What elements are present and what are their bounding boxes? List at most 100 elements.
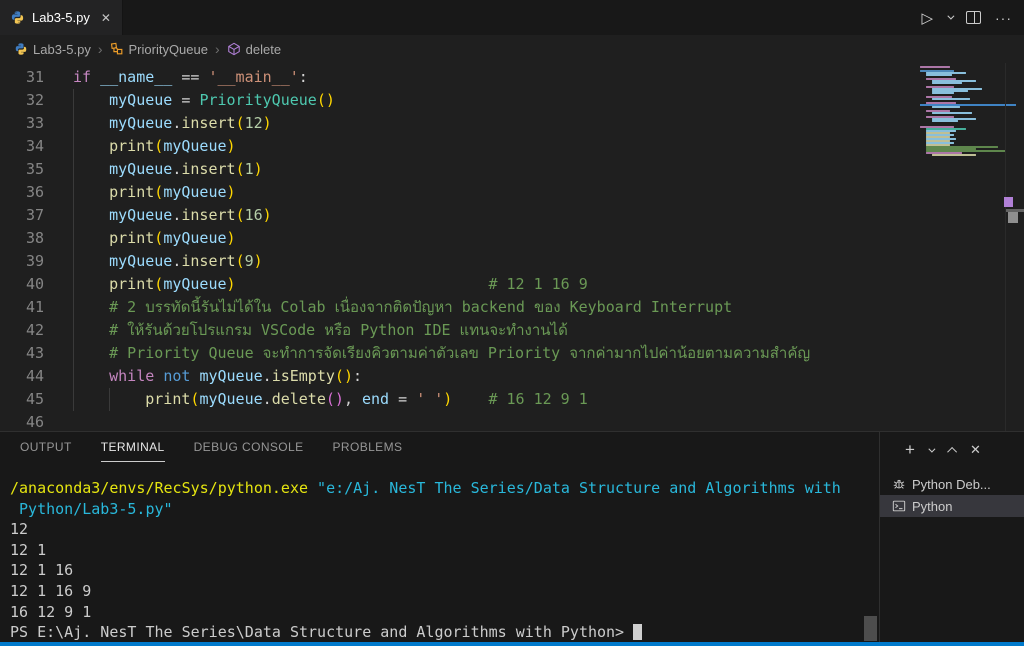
breadcrumb-item-lab3-5-py[interactable]: Lab3-5.py — [14, 42, 91, 57]
code-text: while not myQueue.isEmpty(): — [73, 365, 362, 388]
debug-icon — [892, 477, 906, 491]
line-number: 35 — [0, 158, 44, 181]
code-line[interactable]: 38 print(myQueue) — [0, 227, 920, 250]
panel-tab-terminal[interactable]: TERMINAL — [101, 440, 165, 462]
breadcrumb-item-priorityqueue[interactable]: PriorityQueue — [110, 42, 208, 57]
symbol-class-icon — [110, 42, 124, 56]
vscode-window: Lab3-5.py ✕ ▷ ··· Lab3-5.py › PriorityQueu… — [0, 0, 1024, 646]
breadcrumb-separator: › — [96, 41, 105, 57]
code-line[interactable]: 46 — [0, 411, 920, 431]
run-button[interactable]: ▷ — [921, 9, 933, 27]
line-number: 33 — [0, 112, 44, 135]
code-text: # 2 บรรทัดนี้รันไม่ได้ใน Colab เนื่องจาก… — [73, 296, 732, 319]
line-number: 40 — [0, 273, 44, 296]
breadcrumb: Lab3-5.py›PriorityQueue›delete — [0, 35, 1024, 63]
code-editor[interactable]: 31if __name__ == '__main__':32 myQueue =… — [0, 63, 1024, 431]
terminal-line: 12 1 16 — [10, 560, 876, 581]
minimap[interactable] — [920, 66, 1005, 431]
code-text: myQueue.insert(16) — [73, 204, 272, 227]
terminal-line: 12 1 — [10, 540, 876, 561]
python-file-icon — [10, 10, 25, 25]
scrollbar-handle[interactable] — [1008, 212, 1018, 223]
code-text: # Priority Queue จะทำการจัดเรียงคิวตามค่… — [73, 342, 810, 365]
code-text: print(myQueue) — [73, 181, 236, 204]
panel-tabs: OUTPUT TERMINAL DEBUG CONSOLE PROBLEMS — [20, 440, 402, 462]
code-line[interactable]: 36 print(myQueue) — [0, 181, 920, 204]
terminal-output[interactable]: /anaconda3/envs/RecSys/python.exe "e:/Aj… — [10, 478, 876, 640]
tab-close-icon[interactable]: ✕ — [101, 11, 111, 25]
tab-lab3-5[interactable]: Lab3-5.py ✕ — [0, 0, 123, 35]
terminal-line: 12 — [10, 519, 876, 540]
breadcrumb-item-delete[interactable]: delete — [227, 42, 281, 57]
line-number: 46 — [0, 411, 44, 431]
tab-bar: Lab3-5.py ✕ ▷ ··· — [0, 0, 1024, 35]
code-line[interactable]: 32 myQueue = PriorityQueue() — [0, 89, 920, 112]
code-text: print(myQueue) — [73, 227, 236, 250]
terminal-list: Python Deb... Python — [880, 473, 1024, 517]
line-number: 41 — [0, 296, 44, 319]
editor-actions: ▷ ··· — [921, 0, 1012, 35]
terminal-cursor — [633, 624, 642, 640]
code-line[interactable]: 45 print(myQueue.delete(), end = ' ') # … — [0, 388, 920, 411]
panel-tab-output[interactable]: OUTPUT — [20, 440, 72, 462]
terminal-scrollbar[interactable] — [864, 616, 877, 641]
code-line[interactable]: 39 myQueue.insert(9) — [0, 250, 920, 273]
code-line[interactable]: 44 while not myQueue.isEmpty(): — [0, 365, 920, 388]
line-number: 44 — [0, 365, 44, 388]
terminal-profile-dropdown-icon[interactable] — [928, 445, 935, 452]
tab-label: Lab3-5.py — [32, 10, 90, 25]
code-line[interactable]: 33 myQueue.insert(12) — [0, 112, 920, 135]
maximize-panel-icon[interactable] — [947, 446, 957, 456]
panel-divider — [879, 432, 880, 642]
code-text: myQueue.insert(1) — [73, 158, 263, 181]
panel-tab-debug-console[interactable]: DEBUG CONSOLE — [194, 440, 304, 462]
bottom-panel: OUTPUTTERMINALDEBUG CONSOLEPROBLEMS + ✕ … — [0, 431, 1024, 642]
new-terminal-icon[interactable]: + — [905, 440, 915, 460]
terminal-line: PS E:\Aj. NesT The Series\Data Structure… — [10, 622, 876, 640]
code-line[interactable]: 34 print(myQueue) — [0, 135, 920, 158]
terminal-line: 12 1 16 9 — [10, 581, 876, 602]
terminal-actions: + ✕ — [905, 440, 981, 460]
indent-guide — [73, 89, 74, 411]
line-number: 34 — [0, 135, 44, 158]
terminal-list-item-python[interactable]: Python — [880, 495, 1024, 517]
breadcrumb-label: Lab3-5.py — [33, 42, 91, 57]
more-actions-icon[interactable]: ··· — [995, 10, 1012, 26]
terminal-list-item-python-deb-[interactable]: Python Deb... — [880, 473, 1024, 495]
code-text: # ให้รันด้วยโปรแกรม VSCode หรือ Python I… — [73, 319, 568, 342]
line-number: 45 — [0, 388, 44, 411]
code-text: myQueue = PriorityQueue() — [73, 89, 335, 112]
line-number: 37 — [0, 204, 44, 227]
code-line[interactable]: 31if __name__ == '__main__': — [0, 66, 920, 89]
code-text: if __name__ == '__main__': — [73, 66, 308, 89]
breadcrumb-label: PriorityQueue — [129, 42, 208, 57]
code-text: print(myQueue) — [73, 135, 236, 158]
line-number: 32 — [0, 89, 44, 112]
minimap-highlight-line — [920, 104, 1016, 106]
code-text: myQueue.insert(9) — [73, 250, 263, 273]
code-line[interactable]: 35 myQueue.insert(1) — [0, 158, 920, 181]
terminal-icon — [892, 499, 906, 513]
symbol-method-icon — [227, 42, 241, 56]
code-text: myQueue.insert(12) — [73, 112, 272, 135]
run-dropdown-icon[interactable] — [947, 13, 954, 20]
terminal-list-label: Python — [912, 499, 952, 514]
terminal-line: Python/Lab3-5.py" — [10, 499, 876, 520]
code-line[interactable]: 37 myQueue.insert(16) — [0, 204, 920, 227]
code-line[interactable]: 41 # 2 บรรทัดนี้รันไม่ได้ใน Colab เนื่อง… — [0, 296, 920, 319]
split-editor-icon[interactable] — [966, 11, 981, 24]
breadcrumb-label: delete — [246, 42, 281, 57]
line-number: 39 — [0, 250, 44, 273]
code-line[interactable]: 42 # ให้รันด้วยโปรแกรม VSCode หรือ Pytho… — [0, 319, 920, 342]
line-number: 36 — [0, 181, 44, 204]
code-line[interactable]: 40 print(myQueue) # 12 1 16 9 — [0, 273, 920, 296]
python-file-icon — [14, 42, 28, 56]
panel-tab-problems[interactable]: PROBLEMS — [333, 440, 403, 462]
close-panel-icon[interactable]: ✕ — [970, 442, 981, 458]
code-text: print(myQueue.delete(), end = ' ') # 16 … — [73, 388, 588, 411]
line-number: 42 — [0, 319, 44, 342]
code-line[interactable]: 43 # Priority Queue จะทำการจัดเรียงคิวตา… — [0, 342, 920, 365]
indent-guide — [109, 388, 110, 411]
code-text: print(myQueue) # 12 1 16 9 — [73, 273, 588, 296]
overview-cursor-mark — [1004, 197, 1013, 207]
